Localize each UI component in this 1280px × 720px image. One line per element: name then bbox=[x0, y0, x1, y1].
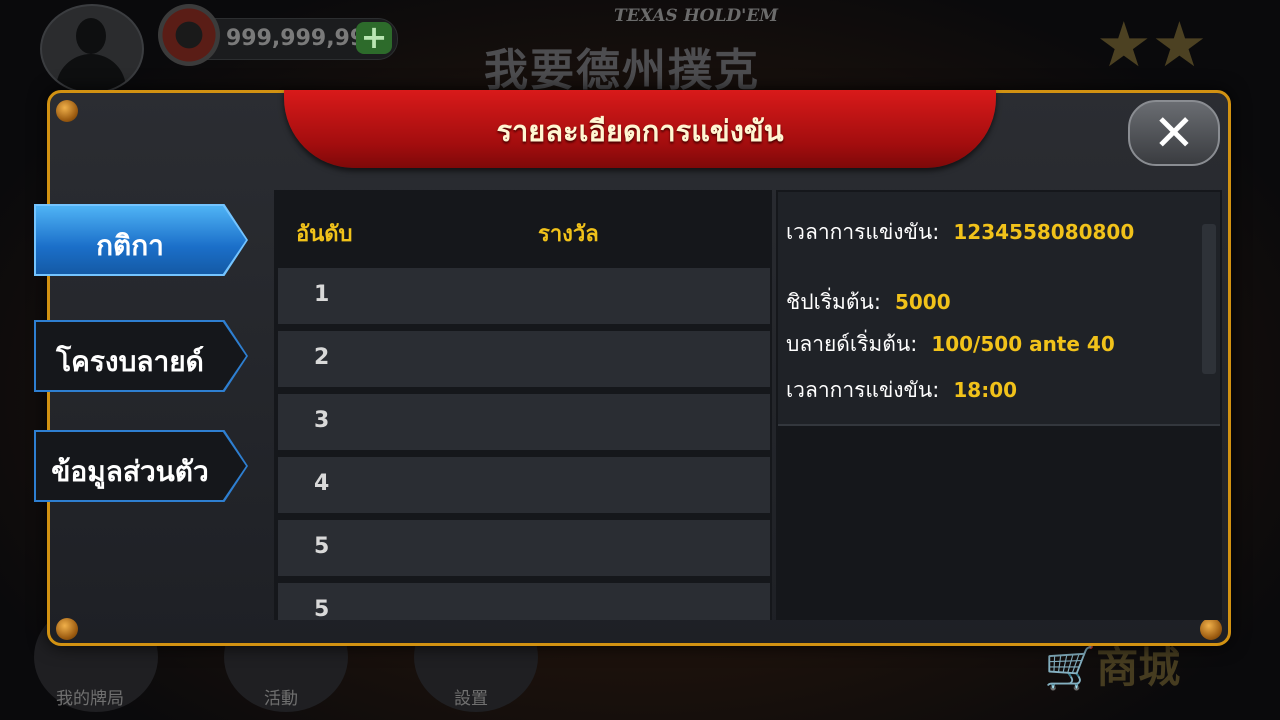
tournament-info-panel: เวลาการแข่งขัน: 1234558080800 ชิปเริ่มต้น… bbox=[776, 190, 1222, 620]
tab-blind-structure-label: โครงบลายด์ bbox=[56, 345, 204, 378]
poker-chip-icon bbox=[158, 4, 220, 66]
info-value: 18:00 bbox=[953, 378, 1018, 402]
logo-subtitle: TEXAS HOLD'EM bbox=[614, 6, 779, 26]
table-row: 4 bbox=[278, 457, 770, 513]
info-value: 1234558080800 bbox=[953, 220, 1135, 244]
table-row: 2 bbox=[278, 331, 770, 387]
rivet-decoration bbox=[56, 618, 78, 640]
info-label: เวลาการแข่งขัน: bbox=[786, 378, 940, 402]
tab-personal-info-label: ข้อมูลส่วนตัว bbox=[51, 455, 209, 488]
info-value: 100/500 ante 40 bbox=[931, 332, 1115, 356]
prize-column-header: รางวัล bbox=[538, 222, 599, 247]
info-value: 5000 bbox=[894, 290, 951, 314]
rivet-decoration bbox=[1200, 618, 1222, 640]
close-button[interactable]: ✕ bbox=[1128, 100, 1220, 166]
info-row-starting-chips: ชิปเริ่มต้น: 5000 bbox=[786, 286, 951, 319]
rivet-decoration bbox=[56, 100, 78, 122]
logo-text: 我要德州撲克 bbox=[484, 45, 760, 96]
title-banner: รายละเอียดการแข่งขัน bbox=[284, 90, 996, 168]
add-coins-button: + bbox=[356, 21, 392, 54]
info-label: บลายด์เริ่มต้น: bbox=[786, 332, 918, 356]
rank-cell: 1 bbox=[314, 282, 330, 307]
prize-table[interactable]: อันดับ รางวัล 1 2 3 4 5 5 bbox=[274, 190, 772, 620]
my-games-nav-label: 我的牌局 bbox=[56, 689, 124, 709]
tab-personal-info[interactable]: ข้อมูลส่วนตัว bbox=[34, 430, 248, 502]
table-row: 5 bbox=[278, 583, 770, 620]
shop-label: 商城 bbox=[1096, 643, 1181, 692]
coin-balance: 999,999,99 bbox=[226, 26, 366, 51]
rank-column-header: อันดับ bbox=[296, 222, 353, 247]
rank-cell: 3 bbox=[314, 408, 330, 433]
tab-blind-structure[interactable]: โครงบลายด์ bbox=[34, 320, 248, 392]
avatar-silhouette-body bbox=[56, 54, 126, 92]
cart-icon: 🛒 bbox=[1044, 643, 1097, 692]
info-label: ชิปเริ่มต้น: bbox=[786, 290, 881, 314]
events-nav-label: 活動 bbox=[264, 689, 298, 709]
dialog-title: รายละเอียดการแข่งขัน bbox=[496, 114, 784, 148]
info-row-start-time: เวลาการแข่งขัน: 18:00 bbox=[786, 374, 1017, 407]
close-icon: ✕ bbox=[1153, 104, 1195, 162]
info-row-starting-blinds: บลายด์เริ่มต้น: 100/500 ante 40 bbox=[786, 328, 1115, 361]
tab-rules-label: กติกา bbox=[96, 229, 164, 262]
rank-cell: 5 bbox=[314, 597, 330, 620]
table-row: 5 bbox=[278, 520, 770, 576]
tab-rules[interactable]: กติกา bbox=[34, 204, 248, 276]
avatar-silhouette-head bbox=[76, 18, 106, 54]
rank-cell: 5 bbox=[314, 534, 330, 559]
table-row: 1 bbox=[278, 268, 770, 324]
info-row-time: เวลาการแข่งขัน: 1234558080800 bbox=[786, 216, 1134, 249]
info-label: เวลาการแข่งขัน: bbox=[786, 220, 940, 244]
rank-cell: 2 bbox=[314, 345, 330, 370]
avatar bbox=[40, 4, 144, 94]
info-box[interactable]: เวลาการแข่งขัน: 1234558080800 ชิปเริ่มต้น… bbox=[778, 192, 1220, 426]
info-scrollbar[interactable] bbox=[1202, 224, 1216, 374]
settings-nav-label: 設置 bbox=[454, 689, 488, 709]
table-row: 3 bbox=[278, 394, 770, 450]
game-logo: TEXAS HOLD'EM 我要德州撲克 bbox=[464, 6, 824, 96]
rank-cell: 4 bbox=[314, 471, 330, 496]
